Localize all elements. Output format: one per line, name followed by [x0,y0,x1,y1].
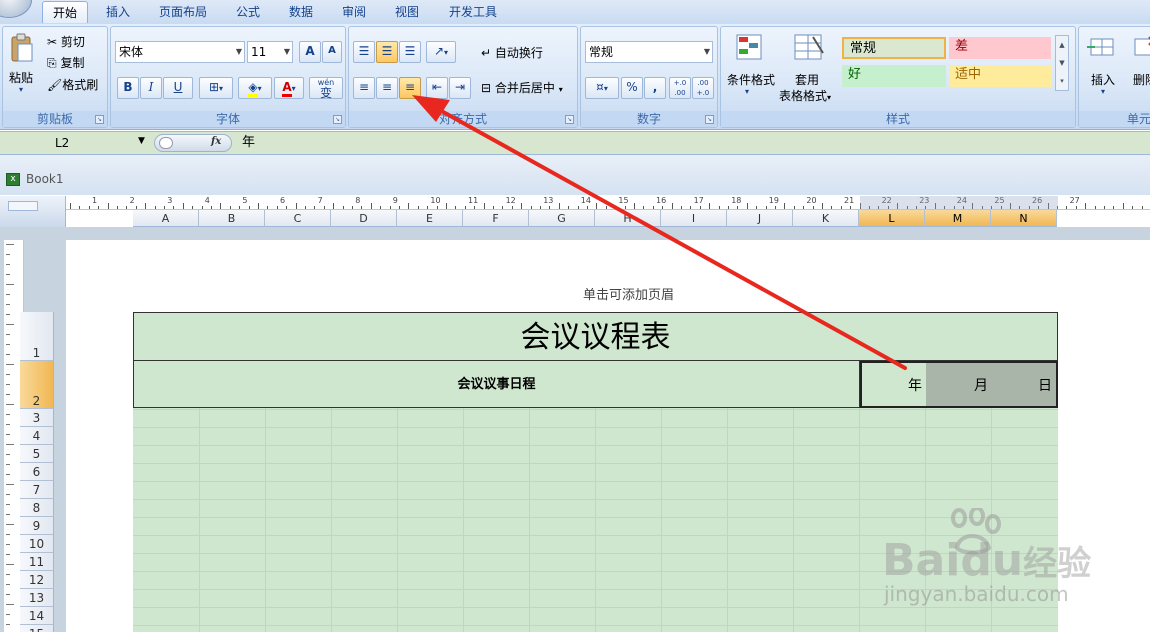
arrow-head-icon [412,95,450,122]
annotation-arrow [412,95,907,370]
arrow-shaft [434,106,907,370]
